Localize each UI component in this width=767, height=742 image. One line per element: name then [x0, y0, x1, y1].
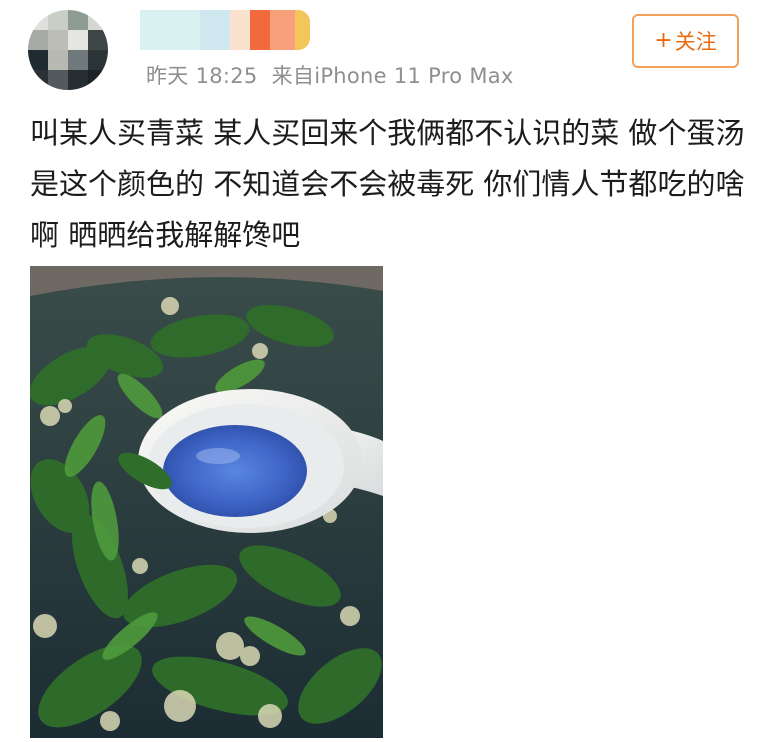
follow-button-label: 关注: [674, 30, 717, 54]
avatar[interactable]: [28, 10, 108, 90]
weibo-post: 昨天 18:25 来自iPhone 11 Pro Max + 关注 叫某人买青菜 …: [0, 0, 767, 742]
username-redacted[interactable]: [140, 10, 310, 50]
post-meta: 昨天 18:25 来自iPhone 11 Pro Max: [138, 60, 514, 90]
plus-icon: +: [654, 28, 673, 53]
soup-photo-illustration: [30, 266, 383, 738]
follow-button[interactable]: + 关注: [632, 14, 739, 68]
post-content: 叫某人买青菜 某人买回来个我俩都不认识的菜 做个蛋汤是这个颜色的 不知道会不会被…: [30, 116, 745, 252]
post-source: 来自iPhone 11 Pro Max: [271, 64, 514, 88]
post-timestamp: 昨天 18:25: [146, 64, 258, 88]
soup-photo[interactable]: [30, 266, 383, 738]
